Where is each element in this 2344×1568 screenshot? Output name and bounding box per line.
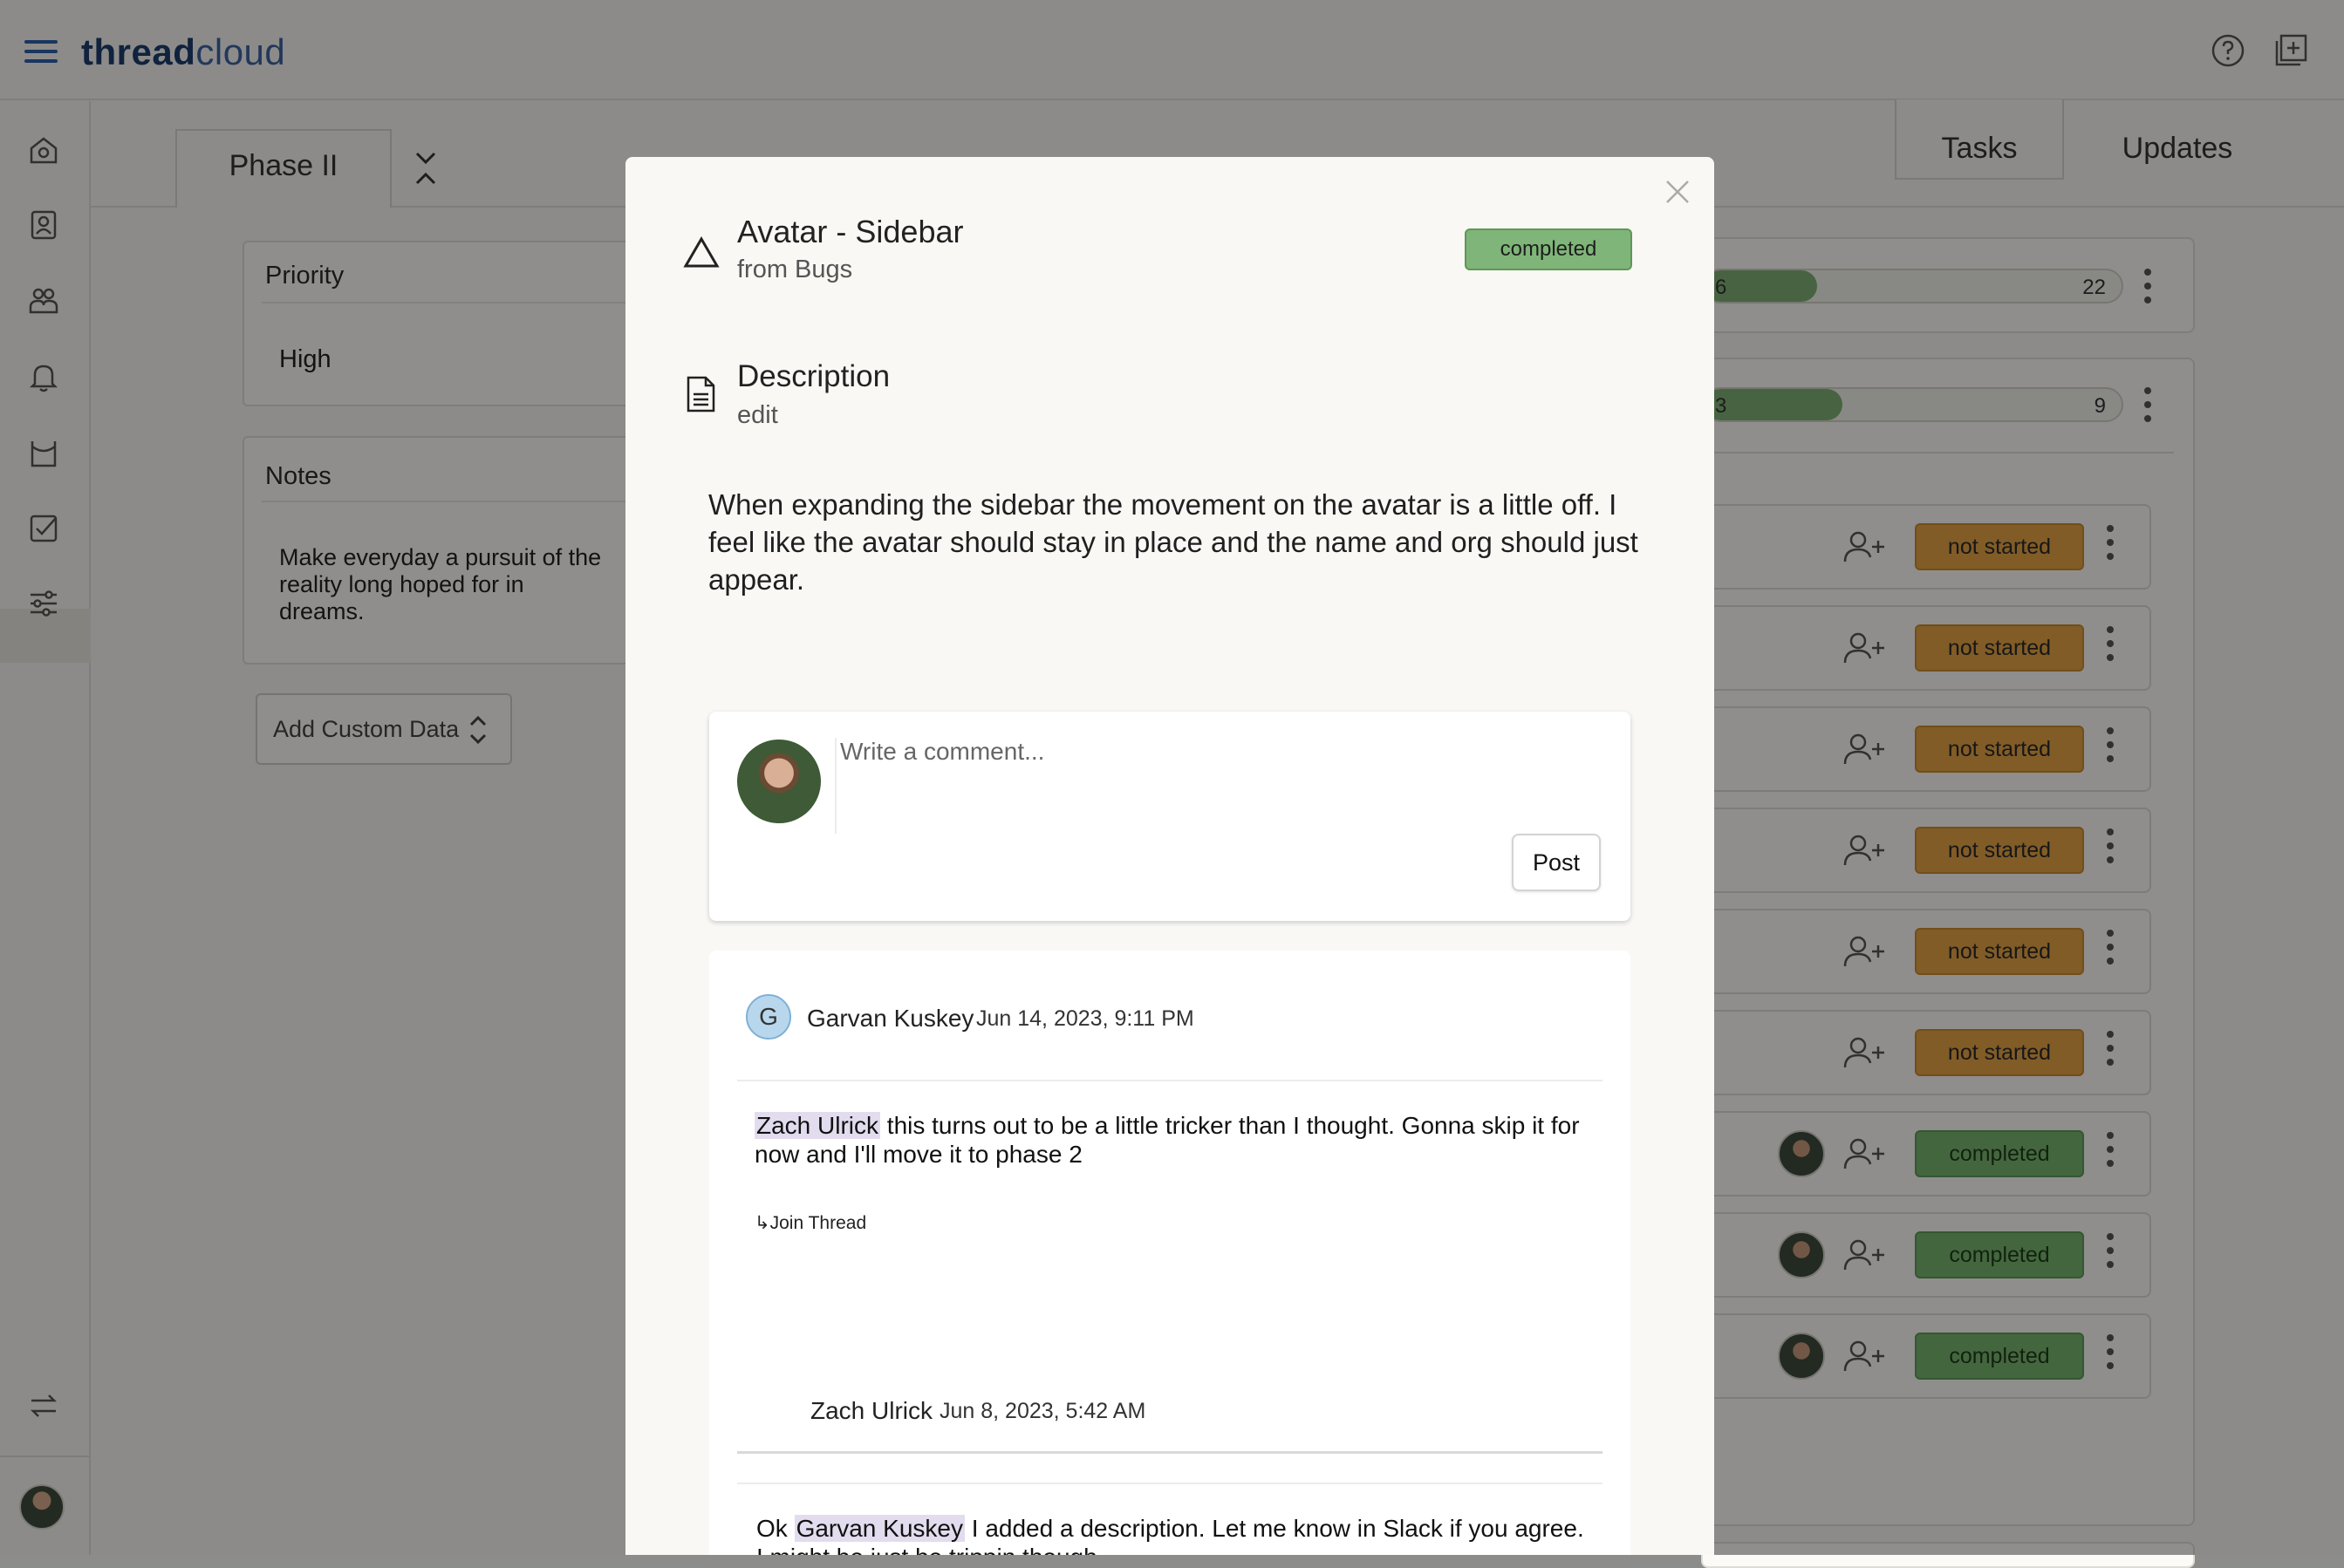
description-edit-link[interactable]: edit [737,401,778,430]
mention-tag[interactable]: Zach Ulrick [755,1112,881,1139]
comment-divider [737,1080,1603,1081]
bug-triangle-icon [683,236,720,268]
comment-divider [737,1483,1603,1484]
join-thread-link[interactable]: ↳Join Thread [755,1212,866,1234]
comment-thread: G Garvan Kuskey Jun 14, 2023, 9:11 PM Za… [709,951,1630,1555]
avatar [737,740,821,823]
input-border [835,738,837,834]
comment-text: Zach Ulrick this turns out to be a littl… [755,1111,1592,1169]
comment-date: Jun 8, 2023, 5:42 AM [940,1399,1146,1423]
thread-separator [737,1451,1603,1454]
close-icon[interactable] [1660,174,1695,209]
author-initial-avatar: G [746,994,791,1040]
document-icon [687,376,715,412]
description-heading: Description [737,359,891,393]
status-badge[interactable]: completed [1465,228,1632,270]
comment-composer: Post [709,712,1630,921]
comment-prefix: Ok [756,1515,795,1542]
comment-author: Zach Ulrick [810,1397,933,1424]
mention-tag[interactable]: Garvan Kuskey [794,1515,965,1542]
comment-text: Ok Garvan Kuskey I added a description. … [756,1514,1594,1555]
comment-input[interactable] [838,736,1597,832]
comment-author: Garvan Kuskey [807,1005,974,1032]
join-thread-label: Join Thread [769,1213,867,1233]
comment-date: Jun 14, 2023, 9:11 PM [976,1006,1194,1031]
description-body: When expanding the sidebar the movement … [708,488,1638,596]
task-detail-modal: Avatar - Sidebar from Bugs completed Des… [625,157,1714,1555]
post-button[interactable]: Post [1512,834,1601,891]
reply-arrow-icon: ↳ [755,1213,770,1233]
task-source[interactable]: from Bugs [737,256,852,284]
task-title: Avatar - Sidebar [737,214,964,249]
